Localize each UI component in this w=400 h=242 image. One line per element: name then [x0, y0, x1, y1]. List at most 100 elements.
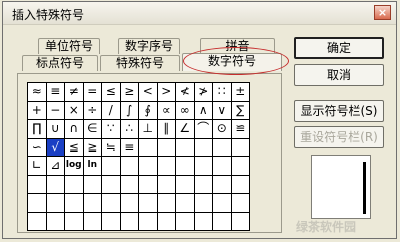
symbol-cell[interactable]: ≈: [28, 83, 47, 102]
symbol-cell[interactable]: [102, 175, 121, 194]
symbol-cell[interactable]: [102, 194, 121, 213]
symbol-cell[interactable]: [120, 212, 139, 231]
symbol-cell[interactable]: ⊙: [213, 120, 232, 139]
ok-button[interactable]: 确定: [294, 37, 384, 59]
symbol-cell[interactable]: ∧: [194, 101, 213, 120]
symbol-cell[interactable]: ≡: [120, 138, 139, 157]
symbol-cell[interactable]: [176, 175, 195, 194]
symbol-cell[interactable]: [46, 212, 65, 231]
symbol-cell[interactable]: [176, 194, 195, 213]
symbol-cell[interactable]: [231, 194, 250, 213]
symbol-cell[interactable]: [65, 175, 84, 194]
symbol-cell[interactable]: ≌: [231, 120, 250, 139]
symbol-cell[interactable]: [139, 212, 158, 231]
cancel-button[interactable]: 取消: [294, 64, 384, 86]
symbol-cell[interactable]: [139, 138, 158, 157]
symbol-cell[interactable]: [194, 175, 213, 194]
symbol-cell[interactable]: log: [65, 157, 84, 176]
tab-unit-symbols[interactable]: 单位符号: [38, 38, 100, 54]
symbol-cell[interactable]: [83, 212, 102, 231]
symbol-cell[interactable]: [194, 212, 213, 231]
symbol-cell[interactable]: ∷: [213, 83, 232, 102]
symbol-cell[interactable]: [213, 138, 232, 157]
symbol-cell[interactable]: ∫: [120, 101, 139, 120]
symbol-cell[interactable]: [139, 175, 158, 194]
symbol-cell[interactable]: ∟: [28, 157, 47, 176]
symbol-cell[interactable]: ⊥: [139, 120, 158, 139]
symbol-cell[interactable]: ∨: [213, 101, 232, 120]
symbol-cell[interactable]: ∮: [139, 101, 158, 120]
symbol-cell[interactable]: ≤: [102, 83, 121, 102]
symbol-cell[interactable]: [28, 175, 47, 194]
symbol-cell[interactable]: [194, 138, 213, 157]
symbol-cell[interactable]: [46, 194, 65, 213]
symbol-cell[interactable]: [157, 138, 176, 157]
symbol-cell[interactable]: [194, 157, 213, 176]
symbol-cell[interactable]: ≒: [102, 138, 121, 157]
symbol-cell[interactable]: [213, 194, 232, 213]
symbol-cell[interactable]: [157, 212, 176, 231]
symbol-cell[interactable]: ∪: [46, 120, 65, 139]
symbol-cell[interactable]: [157, 175, 176, 194]
symbol-cell[interactable]: ∞: [176, 101, 195, 120]
symbol-cell[interactable]: [139, 194, 158, 213]
symbol-cell[interactable]: [231, 212, 250, 231]
symbol-cell[interactable]: ∝: [157, 101, 176, 120]
tab-math-symbols[interactable]: 数字符号: [182, 53, 282, 71]
symbol-cell[interactable]: [176, 138, 195, 157]
tab-pinyin[interactable]: 拼音: [200, 38, 275, 54]
symbol-cell[interactable]: ln: [83, 157, 102, 176]
symbol-cell[interactable]: [231, 138, 250, 157]
tab-punctuation[interactable]: 标点符号: [22, 55, 98, 71]
symbol-cell[interactable]: ≯: [194, 83, 213, 102]
reset-symbol-bar-button[interactable]: 重设符号栏(R): [294, 126, 384, 148]
symbol-cell[interactable]: ⌒: [194, 120, 213, 139]
symbol-cell[interactable]: [231, 157, 250, 176]
symbol-cell[interactable]: −: [46, 101, 65, 120]
symbol-cell[interactable]: [28, 194, 47, 213]
symbol-cell[interactable]: ∠: [176, 120, 195, 139]
symbol-cell[interactable]: +: [28, 101, 47, 120]
symbol-cell[interactable]: ≡: [46, 83, 65, 102]
symbol-cell[interactable]: [157, 157, 176, 176]
symbol-cell[interactable]: [176, 212, 195, 231]
symbol-cell[interactable]: √: [46, 138, 65, 157]
symbol-cell[interactable]: [102, 157, 121, 176]
symbol-cell[interactable]: [28, 212, 47, 231]
symbol-cell[interactable]: <: [139, 83, 158, 102]
symbol-cell[interactable]: ±: [231, 83, 250, 102]
symbol-cell[interactable]: [213, 157, 232, 176]
symbol-cell[interactable]: [157, 194, 176, 213]
tab-special-symbols[interactable]: 特殊符号: [100, 55, 180, 71]
symbol-cell[interactable]: ⊿: [46, 157, 65, 176]
symbol-cell[interactable]: ≥: [120, 83, 139, 102]
close-button[interactable]: ×: [374, 5, 391, 20]
symbol-cell[interactable]: [213, 212, 232, 231]
symbol-cell[interactable]: ∥: [157, 120, 176, 139]
symbol-cell[interactable]: ×: [65, 101, 84, 120]
symbol-cell[interactable]: >: [157, 83, 176, 102]
symbol-cell[interactable]: [231, 175, 250, 194]
symbol-cell[interactable]: [83, 175, 102, 194]
symbol-cell[interactable]: ∽: [28, 138, 47, 157]
symbol-cell[interactable]: [65, 212, 84, 231]
symbol-cell[interactable]: =: [83, 83, 102, 102]
symbol-cell[interactable]: ∑: [231, 101, 250, 120]
symbol-cell[interactable]: ∴: [120, 120, 139, 139]
symbol-cell[interactable]: ≧: [83, 138, 102, 157]
tab-number-sequence[interactable]: 数字序号: [118, 38, 180, 54]
symbol-cell[interactable]: ÷: [83, 101, 102, 120]
symbol-cell[interactable]: [102, 212, 121, 231]
symbol-cell[interactable]: ≦: [65, 138, 84, 157]
symbol-cell[interactable]: [139, 157, 158, 176]
symbol-cell[interactable]: [46, 175, 65, 194]
symbol-cell[interactable]: ≮: [176, 83, 195, 102]
symbol-cell[interactable]: ≠: [65, 83, 84, 102]
show-symbol-bar-button[interactable]: 显示符号栏(S): [294, 100, 384, 122]
symbol-cell[interactable]: [83, 194, 102, 213]
symbol-cell[interactable]: ∵: [102, 120, 121, 139]
symbol-cell[interactable]: ∏: [28, 120, 47, 139]
symbol-cell[interactable]: ∈: [83, 120, 102, 139]
symbol-cell[interactable]: [120, 175, 139, 194]
symbol-cell[interactable]: ∩: [65, 120, 84, 139]
